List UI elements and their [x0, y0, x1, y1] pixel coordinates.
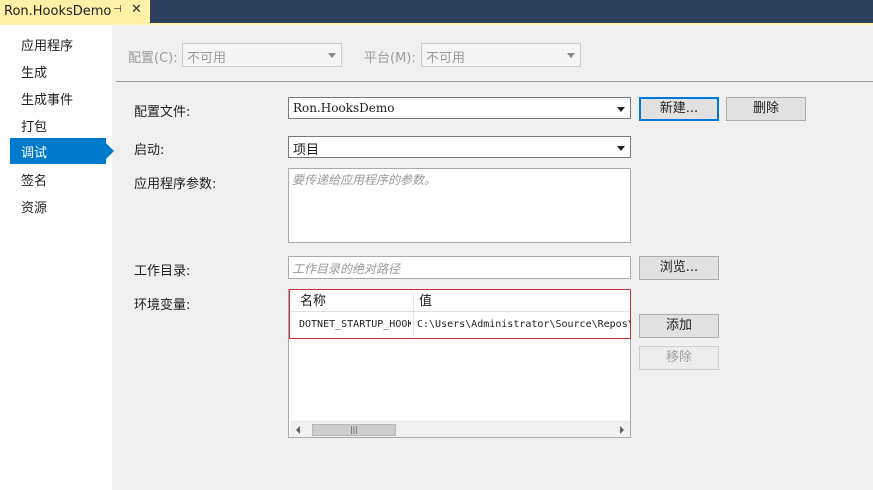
nav-item-build-events[interactable]: 生成事件 [10, 85, 106, 111]
launch-select[interactable]: 项目 [288, 136, 631, 158]
nav-item-build[interactable]: 生成 [10, 58, 106, 84]
pin-icon[interactable]: ⊣ [113, 4, 122, 15]
scroll-thumb[interactable]: ||| [312, 424, 396, 436]
document-tab-title: Ron.HooksDemo [4, 4, 112, 19]
configuration-value: 不可用 [187, 51, 227, 66]
profile-select[interactable]: Ron.HooksDemo [288, 97, 631, 119]
app-args-label: 应用程序参数: [134, 177, 217, 192]
highlight-box [289, 289, 631, 339]
nav-item-application[interactable]: 应用程序 [10, 31, 106, 57]
scroll-right-icon[interactable] [620, 426, 624, 434]
property-nav: 应用程序 生成 生成事件 打包 调试 签名 资源 [0, 25, 114, 490]
platform-value: 不可用 [426, 51, 466, 66]
nav-item-package[interactable]: 打包 [10, 112, 106, 138]
tab-underline [0, 23, 873, 25]
browse-button[interactable]: 浏览... [639, 256, 719, 280]
nav-item-signing[interactable]: 签名 [10, 166, 106, 192]
profile-value: Ron.HooksDemo [293, 101, 395, 115]
chevron-down-icon [567, 53, 575, 58]
new-profile-button[interactable]: 新建... [639, 97, 719, 121]
nav-item-resources[interactable]: 资源 [10, 193, 106, 219]
add-env-var-button[interactable]: 添加 [639, 314, 719, 338]
close-icon[interactable]: ✕ [131, 2, 142, 17]
app-args-input[interactable]: 要传递给应用程序的参数。 [288, 168, 631, 243]
configuration-select[interactable]: 不可用 [182, 43, 342, 67]
chevron-down-icon [328, 53, 336, 58]
horizontal-scrollbar[interactable]: ||| [290, 421, 630, 437]
working-dir-input[interactable]: 工作目录的绝对路径 [288, 256, 631, 279]
project-properties-window: Ron.HooksDemo ⊣ ✕ 应用程序 生成 生成事件 打包 调试 签名 … [0, 0, 873, 490]
profile-label: 配置文件: [134, 105, 191, 120]
launch-value: 项目 [293, 143, 320, 158]
platform-select[interactable]: 不可用 [421, 43, 581, 67]
env-vars-label: 环境变量: [134, 298, 191, 313]
divider [116, 81, 873, 82]
delete-profile-button[interactable]: 删除 [726, 97, 806, 121]
chevron-down-icon [617, 107, 625, 112]
document-tab[interactable]: Ron.HooksDemo ⊣ ✕ [0, 0, 150, 23]
nav-item-debug[interactable]: 调试 [10, 138, 114, 164]
launch-label: 启动: [134, 143, 165, 158]
working-dir-label: 工作目录: [134, 264, 191, 279]
scroll-left-icon[interactable] [296, 426, 300, 434]
document-tab-strip: Ron.HooksDemo ⊣ ✕ [0, 0, 873, 23]
configuration-label: 配置(C): [128, 51, 178, 66]
chevron-down-icon [617, 146, 625, 151]
remove-env-var-button[interactable]: 移除 [639, 346, 719, 370]
platform-label: 平台(M): [364, 51, 416, 66]
